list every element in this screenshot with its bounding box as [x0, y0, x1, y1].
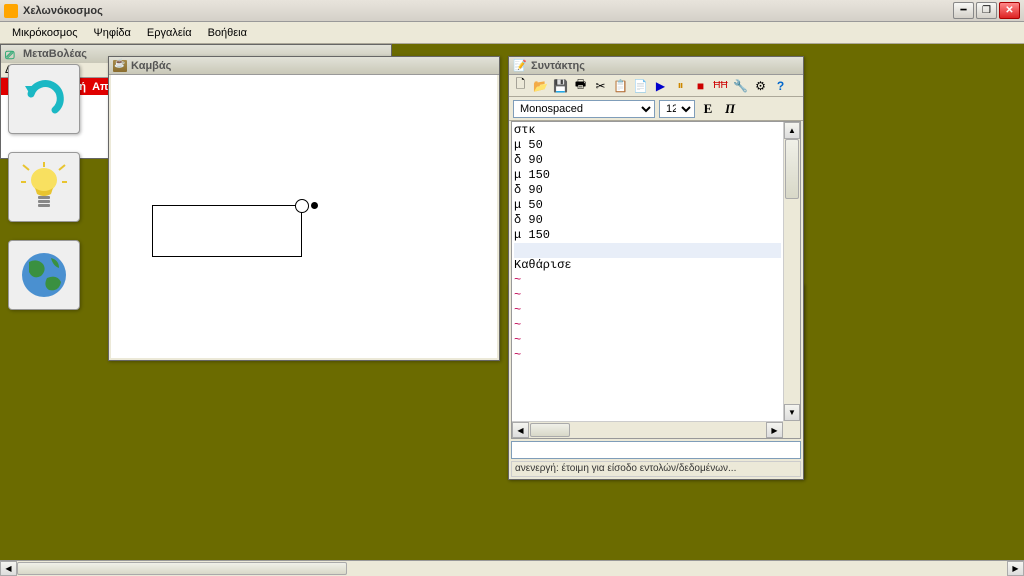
lightbulb-icon [21, 162, 67, 212]
scroll-right-icon[interactable]: ▶ [766, 422, 783, 438]
scroll-left-icon[interactable]: ◀ [512, 422, 529, 438]
editor-titlebar[interactable]: 📝 Συντάκτης [509, 57, 803, 75]
cut-icon[interactable]: ✂ [591, 77, 610, 95]
idea-button[interactable] [8, 152, 80, 222]
maximize-button[interactable]: ❐ [976, 2, 997, 19]
scroll-up-icon[interactable]: ▲ [784, 122, 800, 139]
main-scroll-track[interactable] [17, 561, 1007, 576]
side-toolbar [8, 64, 80, 310]
slider-icon [5, 48, 19, 60]
window-titlebar: Χελωνόκοσμος ━ ❐ ✕ [0, 0, 1024, 22]
scroll-corner [783, 421, 800, 438]
main-scroll-thumb[interactable] [17, 562, 347, 575]
command-input[interactable] [511, 441, 801, 459]
editor-panel: 📝 Συντάκτης 🗋 📂 💾 🖶 ✂ 📋 📄 ▶ ⏸ ■ ĦĦ 🔧 ⚙ ?… [508, 56, 804, 480]
vertical-scrollbar[interactable]: ▲ ▼ [783, 122, 800, 421]
undo-icon [19, 74, 69, 124]
tool2-icon[interactable]: ⚙ [751, 77, 770, 95]
bold-button[interactable]: E [699, 100, 717, 118]
window-title: Χελωνόκοσμος [23, 5, 953, 17]
run-icon[interactable]: ▶ [651, 77, 670, 95]
tool1-icon[interactable]: 🔧 [731, 77, 750, 95]
scroll-down-icon[interactable]: ▼ [784, 404, 800, 421]
editor-title-icon: 📝 [513, 60, 527, 72]
help-icon[interactable]: ? [771, 77, 790, 95]
font-bar: Monospaced 12 E Π [509, 97, 803, 121]
undo-button[interactable] [8, 64, 80, 134]
save-icon[interactable]: 💾 [551, 77, 570, 95]
menubar: Μικρόκοσμος Ψηφίδα Εργαλεία Βοήθεια [0, 22, 1024, 44]
minimize-button[interactable]: ━ [953, 2, 974, 19]
code-editor[interactable]: στκ μ 50 δ 90 μ 150 δ 90 μ 50 δ 90 μ 150… [512, 122, 783, 421]
turtle-body [295, 199, 309, 213]
scroll-thumb-h[interactable] [530, 423, 570, 437]
editor-title: Συντάκτης [531, 60, 585, 72]
canvas-title: Καμβάς [131, 60, 171, 72]
menu-component[interactable]: Ψηφίδα [86, 25, 139, 41]
variables-title: ΜεταΒολέας [23, 48, 87, 60]
main-scroll-left-icon[interactable]: ◀ [0, 561, 17, 576]
editor-statusbar: ανενεργή: έτοιμη για είσοδο εντολών/δεδο… [511, 461, 801, 477]
java-icon [113, 60, 127, 72]
stop-icon[interactable]: ■ [691, 77, 710, 95]
paste-icon[interactable]: 📄 [631, 77, 650, 95]
find-icon[interactable]: ĦĦ [711, 77, 730, 95]
main-scroll-right-icon[interactable]: ▶ [1007, 561, 1024, 576]
canvas-panel: Καμβάς [108, 56, 500, 361]
turtle-head [311, 202, 318, 209]
menu-help[interactable]: Βοήθεια [200, 25, 255, 41]
copy-icon[interactable]: 📋 [611, 77, 630, 95]
font-family-select[interactable]: Monospaced [513, 100, 655, 118]
canvas-titlebar[interactable]: Καμβάς [109, 57, 499, 75]
horizontal-scrollbar[interactable]: ◀ ▶ [512, 421, 783, 438]
font-size-select[interactable]: 12 [659, 100, 695, 118]
editor-toolbar: 🗋 📂 💾 🖶 ✂ 📋 📄 ▶ ⏸ ■ ĦĦ 🔧 ⚙ ? [509, 75, 803, 97]
globe-icon [19, 250, 69, 300]
main-horizontal-scrollbar[interactable]: ◀ ▶ [0, 560, 1024, 576]
italic-button[interactable]: Π [721, 100, 739, 118]
canvas-area[interactable] [111, 75, 497, 358]
close-button[interactable]: ✕ [999, 2, 1020, 19]
new-file-icon[interactable]: 🗋 [511, 77, 530, 95]
scroll-thumb[interactable] [785, 139, 799, 199]
editor-body: στκ μ 50 δ 90 μ 150 δ 90 μ 50 δ 90 μ 150… [511, 121, 801, 439]
print-icon[interactable]: 🖶 [571, 77, 590, 95]
world-button[interactable] [8, 240, 80, 310]
drawn-rectangle [152, 205, 302, 257]
app-icon [4, 4, 18, 18]
menu-tools[interactable]: Εργαλεία [139, 25, 200, 41]
open-file-icon[interactable]: 📂 [531, 77, 550, 95]
workspace: Καμβάς ΜεταΒολέας Διαδικασία: Μεταβλητή … [0, 44, 1024, 560]
menu-microcosm[interactable]: Μικρόκοσμος [4, 25, 86, 41]
pause-icon[interactable]: ⏸ [671, 77, 690, 95]
